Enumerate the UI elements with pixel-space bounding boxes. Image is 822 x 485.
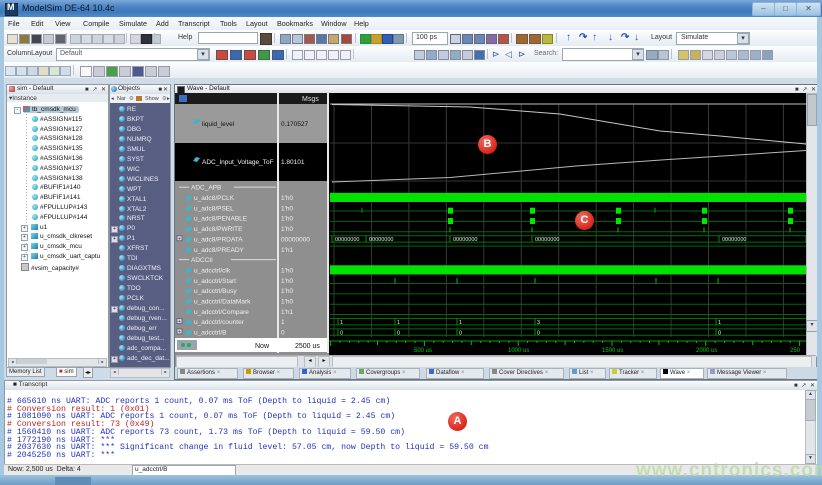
- svg-text:1000 us: 1000 us: [508, 348, 529, 354]
- svg-text:3: 3: [537, 320, 540, 326]
- svg-text:ADC_APB: ADC_APB: [191, 185, 221, 192]
- svg-text:u_adcctrl/counter: u_adcctrl/counter: [194, 319, 245, 326]
- svg-text:u_adcctrl/Compare: u_adcctrl/Compare: [194, 309, 249, 316]
- svg-text:1: 1: [459, 320, 462, 326]
- svg-text:u_adc8/PCLK: u_adc8/PCLK: [194, 195, 235, 202]
- svg-text:1.80101: 1.80101: [281, 159, 305, 166]
- svg-text:0.170527: 0.170527: [281, 121, 308, 128]
- svg-text:1'h0: 1'h0: [281, 226, 293, 233]
- svg-text:1: 1: [281, 319, 285, 326]
- svg-text:u_adc8/PENABLE: u_adc8/PENABLE: [194, 216, 248, 223]
- svg-text:0: 0: [397, 330, 400, 336]
- svg-text:1'h1: 1'h1: [281, 309, 293, 316]
- svg-text:+: +: [178, 236, 181, 242]
- svg-text:liquid_level: liquid_level: [202, 121, 235, 128]
- svg-text:00000000: 00000000: [535, 237, 559, 243]
- svg-text:250: 250: [790, 348, 801, 354]
- svg-text:Msgs: Msgs: [302, 96, 319, 103]
- svg-text:u_adcctrl/Busy: u_adcctrl/Busy: [194, 288, 237, 295]
- svg-text:ADC_Input_Voltage_ToF: ADC_Input_Voltage_ToF: [202, 159, 274, 166]
- svg-text:1'h0: 1'h0: [281, 288, 293, 295]
- svg-text:u_adcctrl/DataMark: u_adcctrl/DataMark: [194, 299, 251, 306]
- svg-text:+: +: [178, 329, 181, 335]
- svg-text:1'h0: 1'h0: [281, 205, 293, 212]
- svg-text:1: 1: [397, 320, 400, 326]
- svg-text:1500 us: 1500 us: [602, 348, 623, 354]
- svg-text:ADCCtl: ADCCtl: [191, 257, 213, 264]
- svg-text:u_adc8/PWRITE: u_adc8/PWRITE: [194, 226, 243, 233]
- svg-text:00000000: 00000000: [453, 237, 477, 243]
- svg-text:0: 0: [537, 330, 540, 336]
- svg-text:2000 us: 2000 us: [696, 348, 717, 354]
- svg-text:1'h0: 1'h0: [281, 195, 293, 202]
- svg-text:u_adcctrl/clk: u_adcctrl/clk: [194, 267, 231, 274]
- svg-text:u_adc8/PREADY: u_adc8/PREADY: [194, 247, 245, 254]
- svg-text:0: 0: [459, 330, 462, 336]
- svg-text:0: 0: [281, 330, 285, 337]
- svg-text:u_adcctrl/Start: u_adcctrl/Start: [194, 278, 236, 285]
- svg-text:00000000: 00000000: [369, 237, 393, 243]
- svg-text:1'h0: 1'h0: [281, 267, 293, 274]
- svg-text:1'h1: 1'h1: [281, 247, 293, 254]
- svg-text:Now: Now: [255, 343, 270, 350]
- svg-text:u_adc8/PSEL: u_adc8/PSEL: [194, 205, 234, 212]
- svg-text:1: 1: [718, 320, 721, 326]
- svg-text:00000000: 00000000: [335, 237, 359, 243]
- svg-text:500 us: 500 us: [414, 348, 432, 354]
- svg-text:u_adcctrl/B: u_adcctrl/B: [194, 330, 227, 337]
- svg-text:1'h0: 1'h0: [281, 216, 293, 223]
- svg-text:0: 0: [340, 330, 343, 336]
- svg-text:1: 1: [340, 320, 343, 326]
- svg-text:+: +: [178, 319, 181, 325]
- svg-text:0: 0: [718, 330, 721, 336]
- svg-text:1'h0: 1'h0: [281, 299, 293, 306]
- svg-text:u_adc8/PRDATA: u_adc8/PRDATA: [194, 236, 243, 243]
- svg-text:00000000: 00000000: [281, 236, 310, 243]
- svg-text:00000000: 00000000: [722, 237, 746, 243]
- svg-text:2500 us: 2500 us: [295, 343, 320, 350]
- svg-text:1'h0: 1'h0: [281, 278, 293, 285]
